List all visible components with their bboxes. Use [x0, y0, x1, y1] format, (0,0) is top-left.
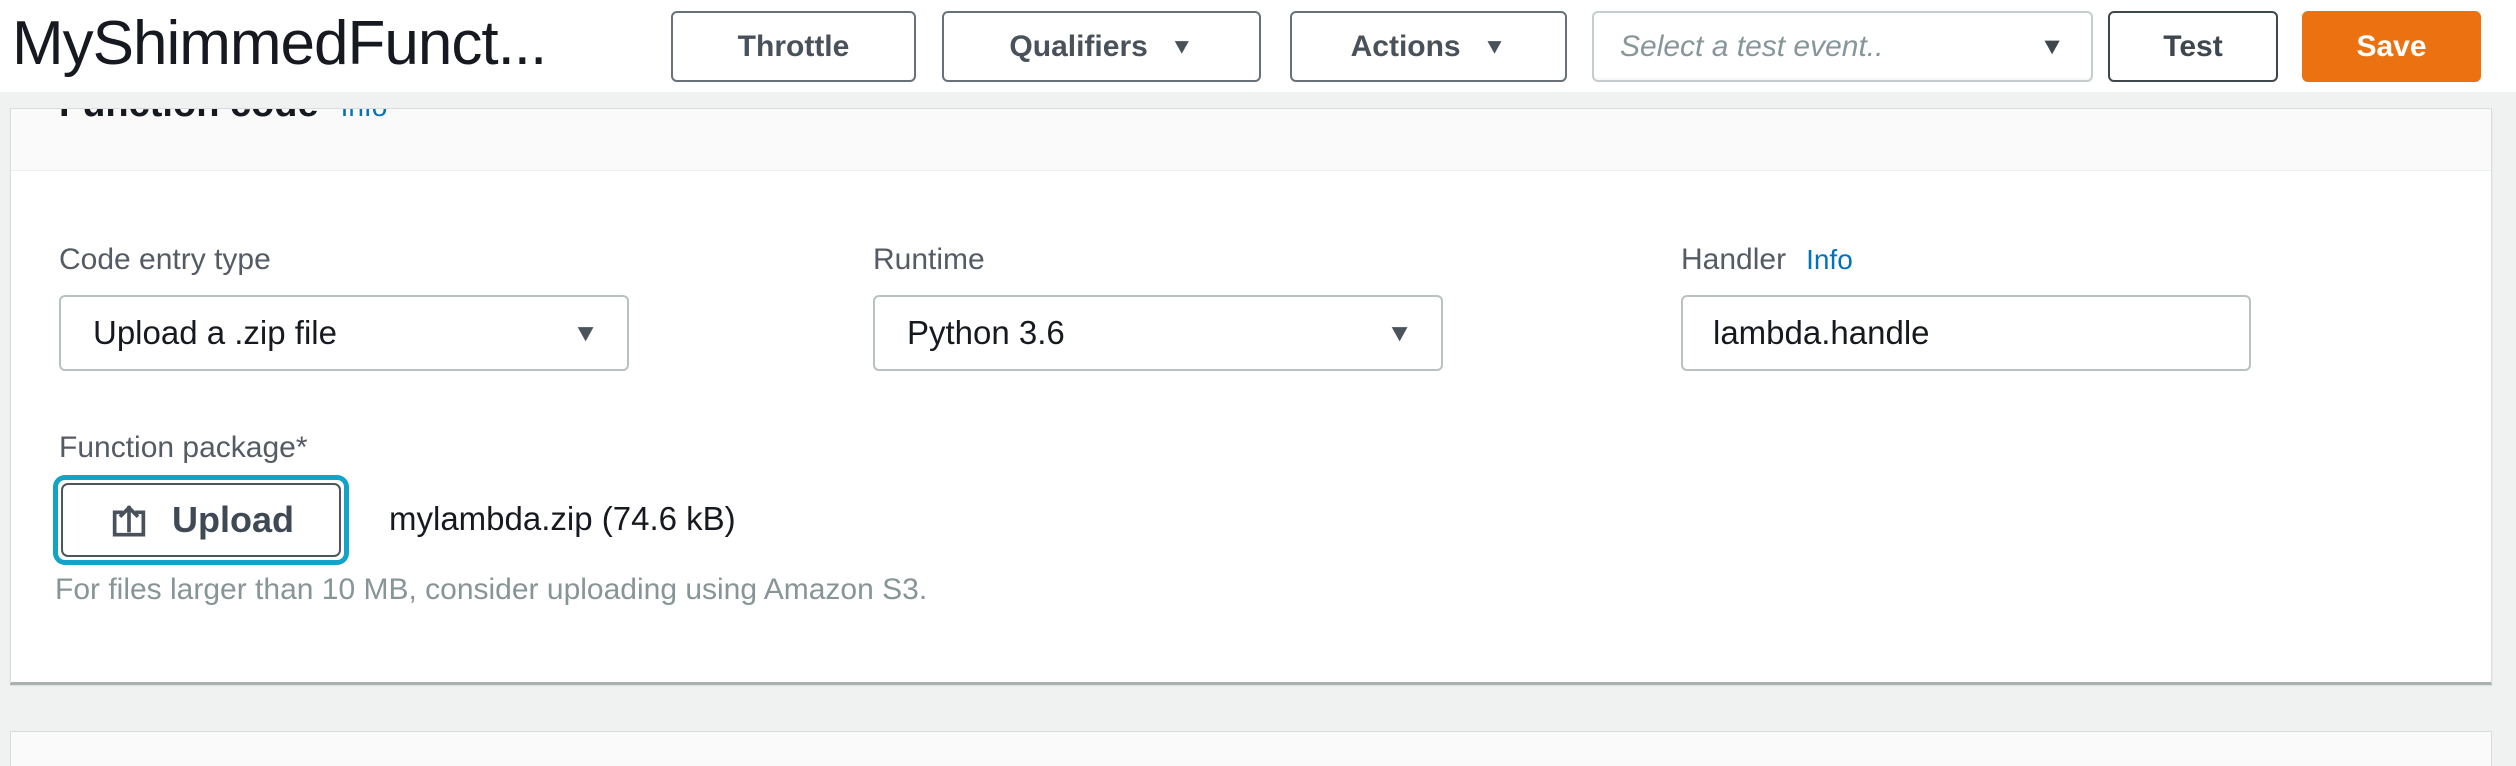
handler-info-link[interactable]: Info — [1806, 244, 1853, 275]
upload-button-label: Upload — [172, 499, 294, 541]
page-header: MyShimmedFunct... Throttle Qualifiers ▼ … — [0, 0, 2516, 92]
test-button-label: Test — [2163, 30, 2222, 64]
runtime-label: Runtime — [873, 243, 985, 277]
section-title: Function code — [59, 109, 319, 125]
chevron-down-icon: ▼ — [1170, 34, 1194, 59]
upload-icon — [108, 499, 150, 541]
function-code-panel: Function code Info Code entry type Runtim… — [10, 108, 2492, 685]
uploaded-file-info: mylambda.zip (74.6 kB) — [389, 500, 736, 538]
chevron-down-icon: ▼ — [1483, 34, 1507, 59]
function-code-info-link[interactable]: Info — [341, 109, 388, 122]
qualifiers-button-label: Qualifiers — [1009, 30, 1147, 64]
save-button[interactable]: Save — [2302, 11, 2481, 82]
code-entry-type-label: Code entry type — [59, 243, 271, 277]
throttle-button[interactable]: Throttle — [671, 11, 916, 82]
handler-input[interactable] — [1681, 295, 2251, 371]
upload-button[interactable]: Upload — [61, 483, 341, 557]
function-code-panel-header: Function code Info — [11, 109, 2491, 171]
qualifiers-dropdown-button[interactable]: Qualifiers ▼ — [942, 11, 1261, 82]
function-name-title: MyShimmedFunct... — [12, 6, 546, 82]
throttle-button-label: Throttle — [738, 30, 850, 64]
actions-button-label: Actions — [1351, 30, 1461, 64]
test-button[interactable]: Test — [2108, 11, 2278, 82]
runtime-value: Python 3.6 — [875, 314, 1065, 352]
chevron-down-icon: ▼ — [1386, 319, 1413, 347]
upload-button-focus-ring: Upload — [53, 475, 349, 565]
actions-dropdown-button[interactable]: Actions ▼ — [1290, 11, 1567, 82]
test-event-select[interactable]: Select a test event.. ▼ — [1592, 11, 2093, 82]
test-event-placeholder: Select a test event.. — [1594, 30, 1883, 64]
section-heading-row: Function code Info — [59, 109, 387, 127]
save-button-label: Save — [2356, 30, 2426, 64]
chevron-down-icon: ▼ — [572, 319, 599, 347]
upload-helper-text: For files larger than 10 MB, consider up… — [55, 573, 927, 607]
function-package-label: Function package* — [59, 431, 308, 465]
next-section-panel — [10, 731, 2492, 766]
code-entry-type-value: Upload a .zip file — [61, 314, 337, 352]
handler-label-row: Handler Info — [1681, 243, 1853, 277]
handler-label: Handler — [1681, 243, 1786, 276]
chevron-down-icon: ▼ — [2039, 33, 2065, 61]
code-entry-type-select[interactable]: Upload a .zip file ▼ — [59, 295, 629, 371]
runtime-select[interactable]: Python 3.6 ▼ — [873, 295, 1443, 371]
